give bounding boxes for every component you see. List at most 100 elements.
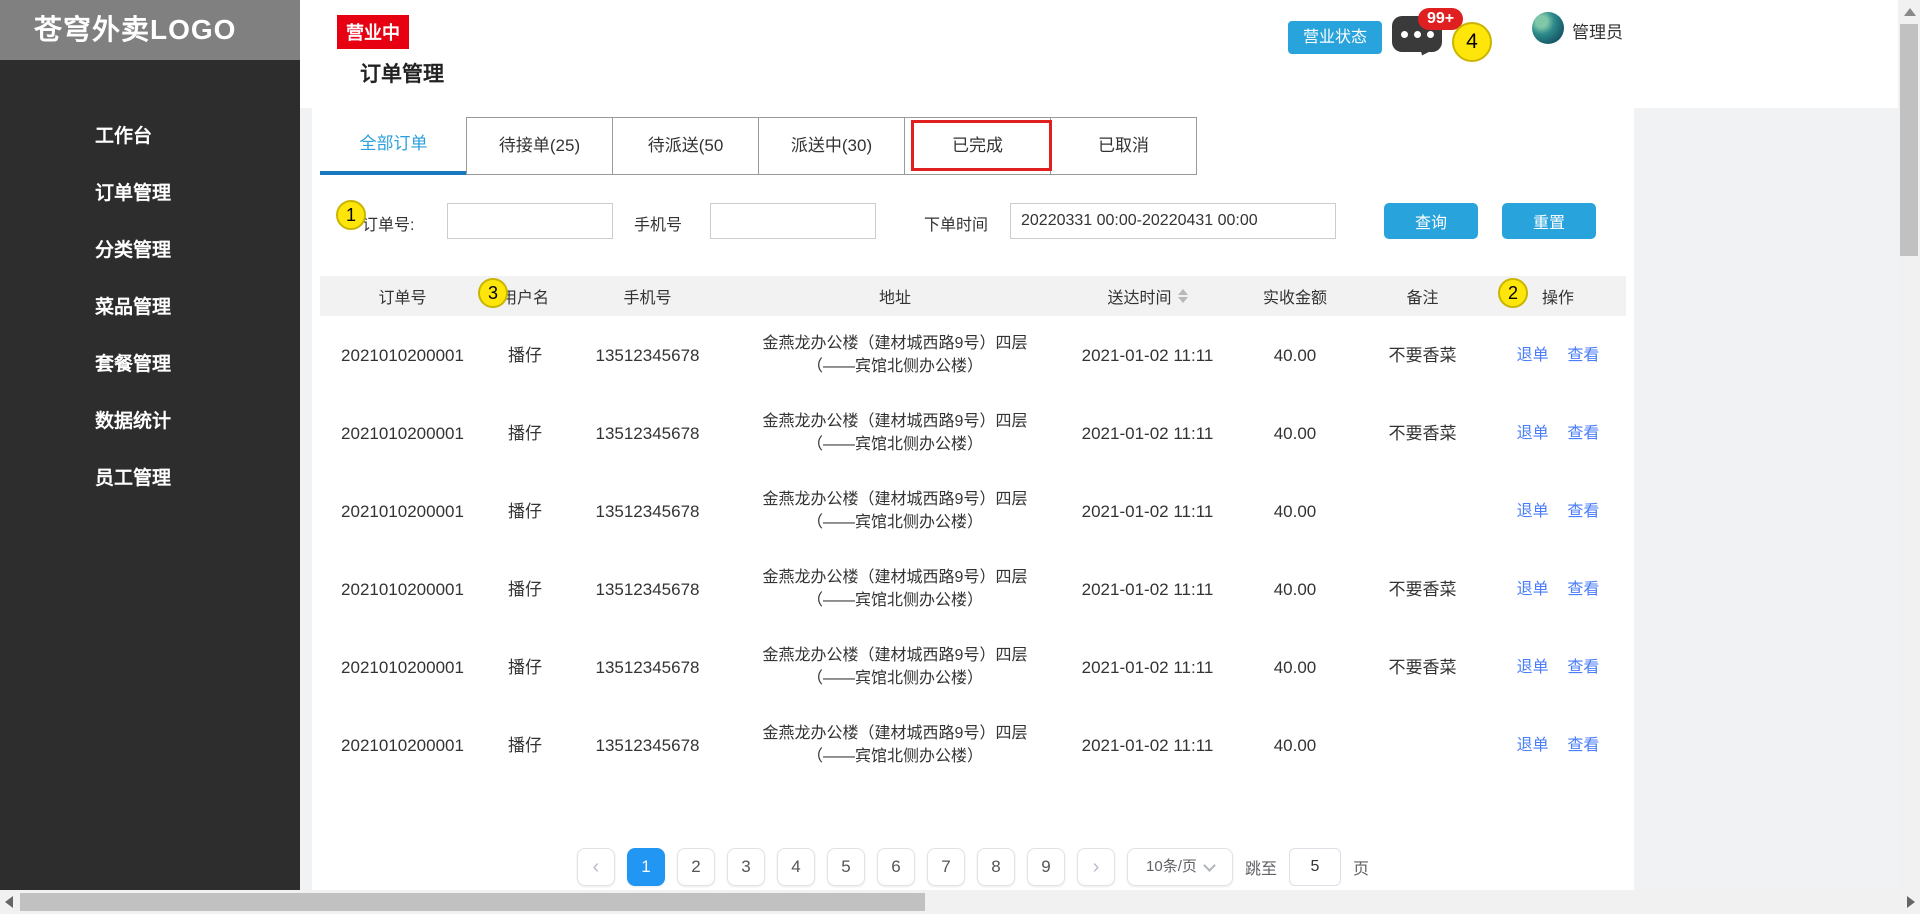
- business-status-button[interactable]: 营业状态: [1288, 21, 1382, 54]
- view-link[interactable]: 查看: [1567, 503, 1599, 520]
- tab-dispatching[interactable]: 派送中(30): [758, 117, 905, 175]
- scroll-left-icon[interactable]: [5, 896, 13, 908]
- admin-name[interactable]: 管理员: [1572, 18, 1623, 43]
- cell-phone: 13512345678: [565, 500, 730, 523]
- order-panel-card: 全部订单 待接单(25) 待派送(50 派送中(30) 已完成 已取消 订单号:…: [312, 108, 1634, 890]
- cell-remark: 不要香菜: [1355, 422, 1490, 445]
- refund-link[interactable]: 退单: [1517, 425, 1549, 442]
- refund-link[interactable]: 退单: [1517, 347, 1549, 364]
- next-page-button[interactable]: ›: [1077, 848, 1115, 886]
- address-line2: （——宾馆北侧办公楼）: [730, 667, 1060, 690]
- page-button[interactable]: 6: [877, 848, 915, 886]
- page-button[interactable]: 2: [677, 848, 715, 886]
- refund-link[interactable]: 退单: [1517, 581, 1549, 598]
- tab-pending-dispatch[interactable]: 待派送(50: [612, 117, 759, 175]
- refund-link[interactable]: 退单: [1517, 737, 1549, 754]
- page-button[interactable]: 4: [777, 848, 815, 886]
- table-body: 2021010200001 播仔 13512345678 金燕龙办公楼（建材城西…: [320, 316, 1626, 784]
- col-address: 地址: [730, 284, 1060, 308]
- tab-pending-accept[interactable]: 待接单(25): [466, 117, 613, 175]
- address-line2: （——宾馆北侧办公楼）: [730, 511, 1060, 534]
- reset-button[interactable]: 重置: [1502, 203, 1596, 239]
- address-line1: 金燕龙办公楼（建材城西路9号）四层: [730, 644, 1060, 667]
- table-row: 2021010200001 播仔 13512345678 金燕龙办公楼（建材城西…: [320, 550, 1626, 628]
- sidebar-item-combos[interactable]: 套餐管理: [0, 336, 300, 393]
- page-button[interactable]: 9: [1027, 848, 1065, 886]
- order-no-input[interactable]: [447, 203, 613, 239]
- avatar[interactable]: [1532, 12, 1564, 44]
- jump-page-input[interactable]: [1289, 848, 1341, 886]
- cell-amount: 40.00: [1235, 500, 1355, 523]
- order-management-screen: 苍穹外卖LOGO 工作台 订单管理 分类管理 菜品管理 套餐管理 数据统计 员工…: [0, 0, 1920, 914]
- order-time-label: 下单时间: [924, 211, 988, 235]
- cell-user: 播仔: [485, 734, 565, 757]
- page-size-select[interactable]: 10条/页: [1127, 848, 1233, 886]
- col-delivery-time-label: 送达时间: [1107, 284, 1171, 308]
- refund-link[interactable]: 退单: [1517, 659, 1549, 676]
- horizontal-scrollbar[interactable]: [0, 890, 1920, 914]
- cell-delivery-time: 2021-01-02 11:11: [1060, 500, 1235, 523]
- view-link[interactable]: 查看: [1567, 737, 1599, 754]
- sidebar-item-workbench[interactable]: 工作台: [0, 108, 300, 165]
- search-button[interactable]: 查询: [1384, 203, 1478, 239]
- page-button[interactable]: 1: [627, 848, 665, 886]
- page-button[interactable]: 5: [827, 848, 865, 886]
- col-order-no: 订单号: [320, 284, 485, 308]
- address-line1: 金燕龙办公楼（建材城西路9号）四层: [730, 410, 1060, 433]
- cell-remark: 不要香菜: [1355, 578, 1490, 601]
- page-button[interactable]: 7: [927, 848, 965, 886]
- cell-amount: 40.00: [1235, 422, 1355, 445]
- sidebar-item-dishes[interactable]: 菜品管理: [0, 279, 300, 336]
- cell-address: 金燕龙办公楼（建材城西路9号）四层 （——宾馆北侧办公楼）: [730, 332, 1060, 378]
- order-no-label: 订单号:: [362, 211, 414, 235]
- phone-input[interactable]: [710, 203, 876, 239]
- annotation-circle-1: 1: [336, 200, 366, 230]
- sidebar-item-employees[interactable]: 员工管理: [0, 450, 300, 507]
- table-row: 2021010200001 播仔 13512345678 金燕龙办公楼（建材城西…: [320, 472, 1626, 550]
- cell-order-no: 2021010200001: [320, 734, 485, 757]
- sidebar-item-statistics[interactable]: 数据统计: [0, 393, 300, 450]
- cell-remark: 不要香菜: [1355, 656, 1490, 679]
- sidebar-item-orders[interactable]: 订单管理: [0, 165, 300, 222]
- page-button[interactable]: 3: [727, 848, 765, 886]
- cell-phone: 13512345678: [565, 656, 730, 679]
- phone-label: 手机号: [634, 211, 682, 235]
- cell-amount: 40.00: [1235, 656, 1355, 679]
- view-link[interactable]: 查看: [1567, 659, 1599, 676]
- page-unit-label: 页: [1353, 855, 1369, 879]
- tab-all-orders[interactable]: 全部订单: [320, 117, 467, 175]
- cell-remark: 不要香菜: [1355, 344, 1490, 367]
- page-buttons: 123456789: [627, 848, 1065, 886]
- page-button[interactable]: 8: [977, 848, 1015, 886]
- view-link[interactable]: 查看: [1567, 425, 1599, 442]
- cell-actions: 退单 查看: [1490, 655, 1626, 679]
- view-link[interactable]: 查看: [1567, 347, 1599, 364]
- sort-icon[interactable]: [1178, 289, 1188, 303]
- scroll-up-icon[interactable]: [1904, 8, 1916, 16]
- cell-amount: 40.00: [1235, 734, 1355, 757]
- vertical-scrollbar-thumb[interactable]: [1900, 24, 1918, 256]
- cell-address: 金燕龙办公楼（建材城西路9号）四层 （——宾馆北侧办公楼）: [730, 410, 1060, 456]
- order-status-tabs: 全部订单 待接单(25) 待派送(50 派送中(30) 已完成 已取消: [320, 117, 1197, 175]
- top-header: 营业中 订单管理 营业状态 99+ 管理员: [300, 0, 1898, 108]
- order-time-range-input[interactable]: [1010, 203, 1336, 239]
- table-row: 2021010200001 播仔 13512345678 金燕龙办公楼（建材城西…: [320, 628, 1626, 706]
- sidebar-item-categories[interactable]: 分类管理: [0, 222, 300, 279]
- tab-cancelled[interactable]: 已取消: [1050, 117, 1197, 175]
- cell-address: 金燕龙办公楼（建材城西路9号）四层 （——宾馆北侧办公楼）: [730, 488, 1060, 534]
- view-link[interactable]: 查看: [1567, 581, 1599, 598]
- cell-order-no: 2021010200001: [320, 344, 485, 367]
- cell-address: 金燕龙办公楼（建材城西路9号）四层 （——宾馆北侧办公楼）: [730, 722, 1060, 768]
- table-row: 2021010200001 播仔 13512345678 金燕龙办公楼（建材城西…: [320, 394, 1626, 472]
- horizontal-scrollbar-thumb[interactable]: [20, 893, 925, 911]
- cell-order-no: 2021010200001: [320, 500, 485, 523]
- refund-link[interactable]: 退单: [1517, 503, 1549, 520]
- prev-page-button[interactable]: ‹: [577, 848, 615, 886]
- vertical-scrollbar[interactable]: [1898, 0, 1920, 890]
- annotation-circle-4: 4: [1452, 22, 1492, 62]
- open-status-badge: 营业中: [337, 15, 409, 49]
- app-logo: 苍穹外卖LOGO: [0, 0, 300, 60]
- scroll-right-icon[interactable]: [1907, 896, 1915, 908]
- cell-actions: 退单 查看: [1490, 577, 1626, 601]
- annotation-circle-3: 3: [478, 278, 508, 308]
